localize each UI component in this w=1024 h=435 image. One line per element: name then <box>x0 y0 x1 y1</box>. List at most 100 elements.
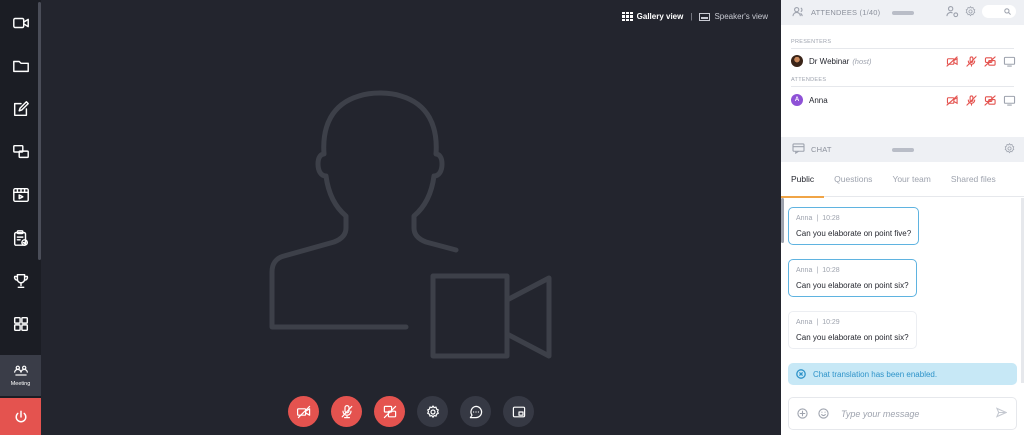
attendees-drag-handle[interactable] <box>892 11 914 15</box>
apps-icon <box>13 316 28 331</box>
picture-in-picture-icon <box>512 406 525 417</box>
speaker-view-button[interactable]: Speaker's view <box>699 12 768 21</box>
mic-off-icon[interactable] <box>965 55 978 67</box>
avatar <box>791 55 803 67</box>
chat-drag-handle[interactable] <box>892 148 914 152</box>
clipboard-check-icon <box>13 229 28 246</box>
send-icon <box>995 406 1008 418</box>
toggle-screenshare-button[interactable] <box>374 396 405 427</box>
camera-off-icon <box>296 405 310 418</box>
message-meta-separator: | <box>816 215 819 222</box>
right-panel: ATTENDEES (1/40) PRESENTERS Dr Webinar (… <box>781 0 1024 435</box>
message-text: Can you elaborate on point six? <box>796 333 909 342</box>
gear-icon[interactable] <box>1003 142 1016 155</box>
sidebar-item-screens[interactable] <box>0 130 41 173</box>
chat-panel-icon <box>792 141 805 159</box>
message-composer <box>788 397 1017 430</box>
settings-icon <box>426 404 439 418</box>
chat-icon <box>469 405 482 418</box>
screenshare-off-icon[interactable] <box>984 94 997 106</box>
gallery-view-button[interactable]: Gallery view <box>621 12 684 21</box>
chat-tabs: Public Questions Your team Shared files <box>781 160 1024 198</box>
video-stage: Gallery view | Speaker's view <box>41 0 781 435</box>
settings-button[interactable] <box>417 396 448 427</box>
gear-icon[interactable] <box>964 5 977 18</box>
attendees-header[interactable]: ATTENDEES (1/40) <box>781 0 1024 25</box>
webinar-app: Meeting Gallery view | Speaker's view AT… <box>0 0 1024 435</box>
chat-tools <box>1003 142 1016 155</box>
sidebar-item-files[interactable] <box>0 44 41 87</box>
chat-header[interactable]: CHAT <box>781 137 1024 162</box>
presenter-name: Dr Webinar <box>809 56 850 66</box>
sidebar-item-edit[interactable] <box>0 87 41 130</box>
attendee-tools <box>946 94 1016 106</box>
meeting-label: Meeting <box>10 381 31 387</box>
screenshare-off-icon[interactable] <box>984 55 997 67</box>
chat-toggle-button[interactable] <box>460 396 491 427</box>
leave-button[interactable] <box>0 398 41 435</box>
sidebar-item-polls[interactable] <box>0 216 41 259</box>
chat-message[interactable]: Anna | 10:28 Can you elaborate on point fi… <box>788 207 920 245</box>
chat-title: CHAT <box>811 145 832 154</box>
chat-scrollbar-thumb[interactable] <box>781 198 784 243</box>
screenshare-off-icon <box>383 405 396 418</box>
message-meta: Anna | 10:28 <box>796 267 909 274</box>
attendee-name: Anna <box>809 95 828 105</box>
trophy-icon <box>13 273 28 288</box>
message-author: Anna <box>796 267 813 274</box>
message-text: Can you elaborate on point five? <box>796 229 912 238</box>
sidebar-item-apps[interactable] <box>0 302 41 345</box>
monitor-icon[interactable] <box>1003 56 1016 67</box>
message-time: 10:28 <box>822 215 840 222</box>
add-icon[interactable] <box>797 408 808 419</box>
tab-questions[interactable]: Questions <box>824 160 882 197</box>
attendees-icon <box>792 4 805 22</box>
attendees-tools <box>946 5 1016 18</box>
speaker-view-label: Speaker's view <box>714 12 768 21</box>
presenters-label: PRESENTERS <box>791 39 832 45</box>
tab-your-team[interactable]: Your team <box>882 160 940 197</box>
send-button[interactable] <box>995 405 1008 423</box>
camera-icon <box>12 17 29 28</box>
sidebar-item-media[interactable] <box>0 173 41 216</box>
emoji-icon[interactable] <box>818 408 829 419</box>
toggle-camera-button[interactable] <box>288 396 319 427</box>
left-sidebar: Meeting <box>0 0 41 435</box>
search-icon <box>1004 8 1011 15</box>
translation-notice-text: Chat translation has been enabled. <box>813 369 938 379</box>
message-meta-separator: | <box>816 267 819 274</box>
chat-message[interactable]: Anna | 10:28 Can you elaborate on point si… <box>788 259 917 297</box>
message-input[interactable] <box>841 408 981 419</box>
presenter-row[interactable]: Dr Webinar (host) <box>791 54 1016 68</box>
attendee-row[interactable]: A Anna <box>791 93 1016 107</box>
presenter-role: (host) <box>852 56 872 66</box>
tab-public[interactable]: Public <box>781 160 825 198</box>
camera-off-icon[interactable] <box>946 94 959 106</box>
tab-shared-files[interactable]: Shared files <box>941 160 1006 197</box>
view-separator: | <box>690 12 693 21</box>
screens-icon <box>12 144 29 158</box>
avatar: A <box>791 94 803 106</box>
user-settings-icon[interactable] <box>946 5 959 18</box>
mic-off-icon <box>341 404 352 418</box>
message-author: Anna <box>796 319 813 326</box>
sidebar-item-awards[interactable] <box>0 259 41 302</box>
gallery-view-label: Gallery view <box>636 12 684 21</box>
attendees-search[interactable] <box>982 5 1016 18</box>
folder-icon <box>12 60 29 72</box>
translation-notice: Chat translation has been enabled. <box>788 363 1017 385</box>
picture-in-picture-button[interactable] <box>503 396 534 427</box>
meeting-icon <box>13 365 28 376</box>
edit-icon <box>13 100 29 116</box>
mic-off-icon[interactable] <box>965 94 978 106</box>
sidebar-item-camera[interactable] <box>0 1 41 44</box>
close-circle-icon[interactable] <box>796 369 806 379</box>
toggle-mic-button[interactable] <box>331 396 362 427</box>
chat-message[interactable]: Anna | 10:29 Can you elaborate on point si… <box>788 311 917 349</box>
power-icon <box>15 410 26 422</box>
monitor-icon[interactable] <box>1003 95 1016 106</box>
camera-off-icon[interactable] <box>946 55 959 67</box>
message-author: Anna <box>796 215 813 222</box>
sidebar-item-meeting[interactable]: Meeting <box>0 355 41 396</box>
message-meta: Anna | 10:29 <box>796 319 909 326</box>
